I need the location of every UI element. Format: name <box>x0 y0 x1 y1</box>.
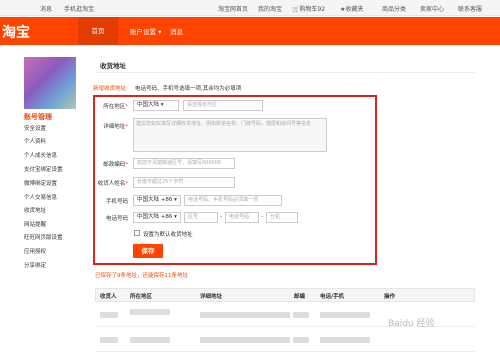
address-label: 详细地址* <box>88 122 128 130</box>
nav-home[interactable]: 首页 <box>78 17 118 45</box>
default-address-checkbox[interactable] <box>134 230 140 236</box>
address-textarea[interactable]: 建议您如实填写详细收货地址，例如街道名称，门牌号码，楼层和房间号等信息 <box>133 118 327 152</box>
topbar-msg[interactable]: 消息 <box>40 4 52 13</box>
chevron-down-icon: ▾ <box>174 197 177 203</box>
redacted-cell <box>293 337 309 343</box>
sidebar-title: 账号管理 <box>24 113 52 121</box>
mobile-country-value: 中国大陆 +86 <box>137 197 173 203</box>
sidebar-item-apps[interactable]: 应用授权 <box>24 247 46 255</box>
th-zip: 邮编 <box>294 294 306 300</box>
phone-country-value: 中国大陆 +86 <box>137 214 173 220</box>
required-mark: * <box>125 181 128 187</box>
mobile-label: 手机号码 <box>105 199 128 205</box>
sidebar-item-profile[interactable]: 个人资料 <box>24 137 46 145</box>
default-address-label: 设置为默认收货地址 <box>143 232 193 238</box>
redacted-cell <box>293 312 309 318</box>
saved-count-note: 已保存了9条地址，还能保存11条地址 <box>95 273 188 279</box>
nav-account-label: 账户设置 <box>130 28 156 36</box>
avatar <box>24 57 76 109</box>
redacted-cell <box>320 312 370 318</box>
name-input[interactable]: 长度不超过25个字符 <box>133 177 235 188</box>
nav-account-settings[interactable]: 账户设置 ▾ <box>130 26 161 36</box>
mobile-country-select[interactable]: 中国大陆 +86 ▾ <box>133 195 181 206</box>
new-address-heading: 新增收货地址 <box>93 86 127 92</box>
zip-input[interactable]: 如您不清楚邮递区号，请填写000000 <box>133 158 235 169</box>
phone-ext-input[interactable]: 分机 <box>266 212 298 223</box>
redacted-cell <box>100 312 118 318</box>
name-label-text: 收货人姓名 <box>97 181 126 187</box>
phone-area-input[interactable]: 区号 <box>184 212 218 223</box>
sidebar-item-trade[interactable]: 个人交易信息 <box>24 193 57 201</box>
top-bar: 消息 手机逛淘宝 淘宝网首页 我的淘宝 🛒购物车92 ★收藏夹 商品分类 卖家中… <box>0 0 500 16</box>
sidebar-item-growth[interactable]: 个人成长信息 <box>24 151 57 159</box>
sidebar-item-address[interactable]: 收货地址 <box>24 206 46 214</box>
phone-country-select[interactable]: 中国大陆 +86 ▾ <box>133 212 181 223</box>
sidebar-item-reminder[interactable]: 网站提醒 <box>24 220 46 228</box>
sidebar-item-share[interactable]: 分享绑定 <box>24 261 46 269</box>
redacted-cell <box>100 337 118 343</box>
watermark: Baidu 经验 <box>388 319 435 329</box>
save-button[interactable]: 保存 <box>133 244 163 258</box>
redacted-cell <box>130 309 170 315</box>
dash: - <box>261 213 264 220</box>
required-mark: * <box>125 104 128 110</box>
th-address: 详细地址 <box>200 294 223 300</box>
th-region: 所在地区 <box>130 294 153 300</box>
topbar-service[interactable]: 联系客服 <box>458 4 482 13</box>
header <box>0 17 500 45</box>
address-label-text: 详细地址 <box>103 124 126 130</box>
redacted-cell <box>200 312 290 318</box>
topbar-categories[interactable]: 商品分类 <box>382 4 406 13</box>
page-title: 收货地址 <box>100 62 126 70</box>
redacted-cell <box>320 337 370 343</box>
region-label: 所在地区* <box>88 102 128 110</box>
required-mark: * <box>125 162 128 168</box>
th-phone: 电话/手机 <box>320 294 345 300</box>
region-country-select[interactable]: 中国大陆 ▾ <box>133 100 179 111</box>
topbar-my-taobao[interactable]: 我的淘宝 <box>258 4 282 13</box>
form-tip: 电话号码、手机号选填一项,其余均为必填项 <box>135 86 242 92</box>
mobile-input[interactable]: 电话号码、手机号码必须填一项 <box>184 195 282 206</box>
region-label-text: 所在地区 <box>103 104 126 110</box>
chevron-down-icon: ▾ <box>160 102 164 108</box>
chevron-down-icon: ▾ <box>174 214 177 220</box>
zip-label: 邮政编码* <box>88 160 128 168</box>
topbar-cart[interactable]: 🛒购物车92 <box>292 4 325 13</box>
th-recipient: 收货人 <box>100 294 117 300</box>
dash: - <box>220 213 223 220</box>
sidebar-item-security[interactable]: 安全设置 <box>24 124 46 132</box>
topbar-home[interactable]: 淘宝网首页 <box>218 4 248 13</box>
divider <box>95 72 475 73</box>
redacted-cell <box>130 337 170 343</box>
phone-number-input[interactable]: 电话号码 <box>225 212 259 223</box>
phone-label: 电话号码 <box>105 216 128 222</box>
topbar-seller[interactable]: 卖家中心 <box>420 4 444 13</box>
table-row <box>95 328 475 352</box>
favorites-label: 收藏夹 <box>345 6 364 13</box>
sidebar-item-weibo[interactable]: 微博绑定设置 <box>24 179 57 187</box>
region-country-value: 中国大陆 <box>137 102 160 108</box>
sidebar-item-wangwang[interactable]: 旺旺网页版设置 <box>24 233 63 241</box>
topbar-favorites[interactable]: ★收藏夹 <box>340 4 363 13</box>
taobao-logo[interactable]: 淘宝 <box>2 22 30 42</box>
required-mark: * <box>125 124 128 130</box>
topbar-mobile[interactable]: 手机逛淘宝 <box>64 4 94 13</box>
zip-label-text: 邮政编码 <box>103 162 126 168</box>
region-select[interactable]: 请选择省市区 <box>183 100 263 111</box>
chevron-down-icon: ▾ <box>158 28 162 36</box>
th-actions: 操作 <box>384 294 396 300</box>
sidebar-item-alipay[interactable]: 支付宝绑定设置 <box>24 165 63 173</box>
redacted-cell <box>200 337 290 343</box>
nav-messages[interactable]: 消息 <box>170 26 183 36</box>
cart-label: 购物车92 <box>299 6 326 13</box>
name-label: 收货人姓名* <box>88 179 128 187</box>
